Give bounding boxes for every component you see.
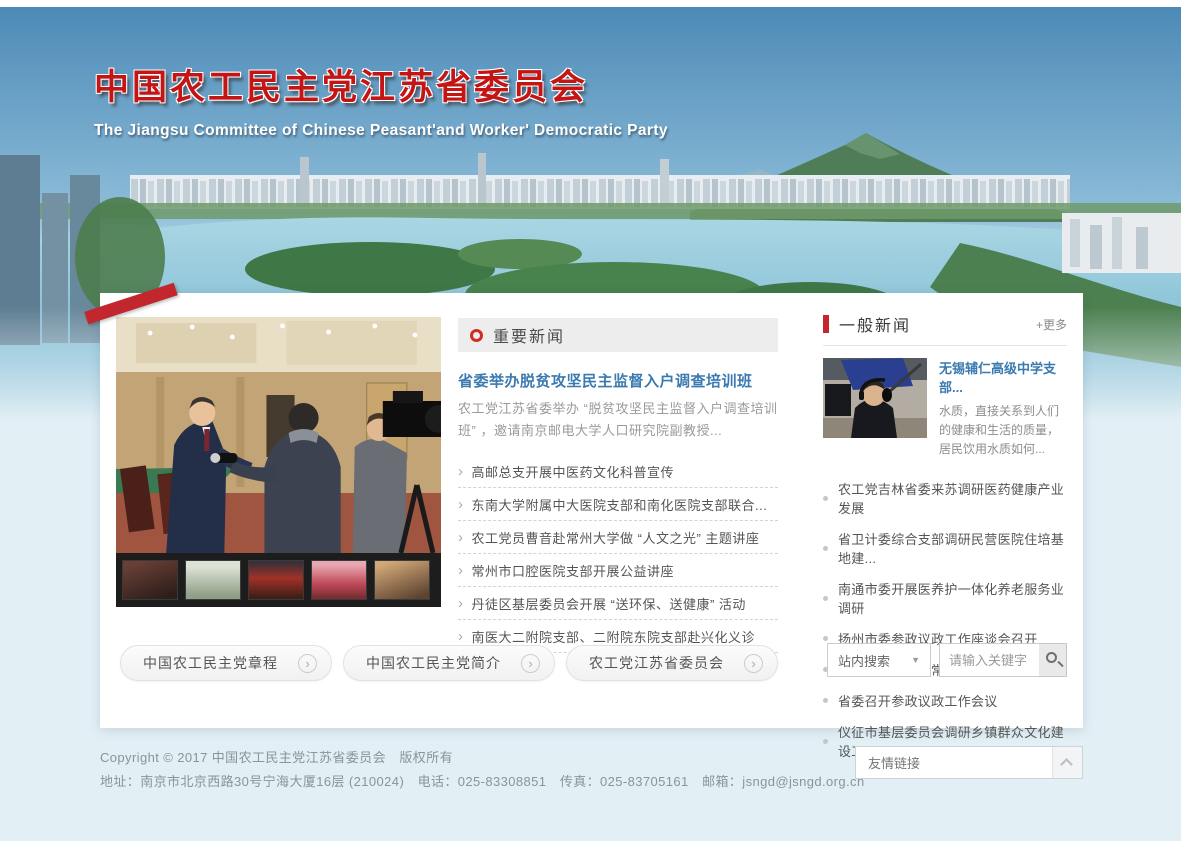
featured-news-summary: 水质，直接关系到人们的健康和生活的质量，居民饮用水质如何... [939,402,1067,459]
site-subtitle: The Jiangsu Committee of Chinese Peasant… [94,122,668,140]
search-input[interactable] [939,643,1040,677]
general-news-header: 一般新闻 +更多 [823,311,1067,337]
important-news-summary: 农工党江苏省委举办 “脱贫攻坚民主监督入户调查培训班” ，邀请南京邮电大学人口研… [458,398,778,442]
important-news-header: 重要新闻 [458,318,778,352]
bullet-dot-icon [823,496,828,501]
side-item-label: 农工党吉林省委来苏调研医药健康产业发展 [838,479,1067,517]
quick-link-intro-button[interactable]: 中国农工民主党简介 › [343,645,555,681]
featured-news-text: 无锡辅仁高级中学支部... 水质，直接关系到人们的健康和生活的质量，居民饮用水质… [939,358,1067,459]
featured-photo-interview[interactable] [116,317,441,553]
news-item-label: 常州市口腔医院支部开展公益讲座 [472,561,675,580]
general-news-title: 一般新闻 [839,312,911,336]
chevron-right-icon: › [458,629,464,644]
news-item-label: 高邮总支开展中医药文化科普宣传 [472,462,675,481]
more-link[interactable]: +更多 [1036,316,1067,333]
photo-thumbnail-2[interactable] [185,560,241,600]
search-category-label: 站内搜索 [838,651,890,670]
side-list-item[interactable]: 南通市委开展医养护一体化养老服务业调研 [823,573,1067,623]
chevron-down-icon: ▼ [911,655,920,665]
red-bar-icon [823,315,829,333]
search-category-select[interactable]: 站内搜索 ▼ [827,643,931,677]
photo-thumbnail-4[interactable] [311,560,367,600]
divider [823,345,1067,346]
main-content-card: 重要新闻 省委举办脱贫攻坚民主监督入户调查培训班 农工党江苏省委举办 “脱贫攻坚… [100,293,1083,728]
search-button[interactable] [1039,643,1067,677]
magnifier-icon [1046,652,1057,663]
general-news-list: 农工党吉林省委来苏调研医药健康产业发展 省卫计委综合支部调研民营医院住培基地建.… [823,473,1067,766]
featured-news-thumbnail[interactable] [823,358,927,438]
news-item-label: 农工党员曹音赴常州大学做 “人文之光” 主题讲座 [472,528,760,547]
bullet-dot-icon [823,546,828,551]
photo-thumbnail-1[interactable] [122,560,178,600]
news-list-item[interactable]: › 丹徒区基层委员会开展 “送环保、送健康” 活动 [458,587,778,620]
featured-news-title-link[interactable]: 无锡辅仁高级中学支部... [939,358,1067,396]
quick-link-committee-button[interactable]: 农工党江苏省委员会 › [566,645,778,681]
chevron-circle-icon: › [521,654,540,673]
bullet-dot-icon [823,636,828,641]
links-arrow-segment [1052,747,1082,778]
red-ring-icon [470,329,483,342]
button-label: 中国农工民主党章程 [143,653,278,673]
friendly-links-select[interactable]: 友情链接 [855,746,1083,779]
quick-link-charter-button[interactable]: 中国农工民主党章程 › [120,645,332,681]
important-news-headline-link[interactable]: 省委举办脱贫攻坚民主监督入户调查培训班 [458,370,778,391]
news-list-item[interactable]: › 常州市口腔医院支部开展公益讲座 [458,554,778,587]
button-label: 中国农工民主党简介 [366,653,501,673]
important-news-list: › 高邮总支开展中医药文化科普宣传 › 东南大学附属中大医院支部和南化医院支部联合.… [458,455,778,653]
footer-copyright: Copyright © 2017 中国农工民主党江苏省委员会 版权所有 [100,747,453,766]
button-label: 农工党江苏省委员会 [589,653,724,673]
bullet-dot-icon [823,596,828,601]
chevron-right-icon: › [458,530,464,545]
chevron-right-icon: › [458,596,464,611]
general-news-section: 一般新闻 +更多 [823,311,1067,766]
chevron-right-icon: › [458,497,464,512]
news-item-label: 南医大二附院支部、二附院东院支部赴兴化义诊 [472,627,756,646]
featured-general-news: 无锡辅仁高级中学支部... 水质，直接关系到人们的健康和生活的质量，居民饮用水质… [823,358,1067,459]
bullet-dot-icon [823,739,828,744]
news-list-item[interactable]: › 高邮总支开展中医药文化科普宣传 [458,455,778,488]
photo-carousel [116,317,441,607]
chevron-right-icon: › [458,563,464,578]
photo-thumbnail-3[interactable] [248,560,304,600]
photo-thumbnail-5[interactable] [374,560,430,600]
side-item-label: 南通市委开展医养护一体化养老服务业调研 [838,579,1067,617]
side-item-label: 省卫计委综合支部调研民营医院住培基地建... [838,529,1067,567]
interview-photo-illustration [116,317,441,553]
thumbnail-strip [116,553,441,607]
site-title: 中国农工民主党江苏省委员会 [94,59,668,110]
page: 中国农工民主党江苏省委员会 The Jiangsu Committee of C… [0,0,1181,841]
side-list-item[interactable]: 省委召开参政议政工作会议 [823,685,1067,716]
chevron-up-icon [1060,758,1073,771]
chevron-circle-icon: › [744,654,763,673]
news-list-item[interactable]: › 农工党员曹音赴常州大学做 “人文之光” 主题讲座 [458,521,778,554]
radio-studio-illustration [823,358,927,438]
news-item-label: 丹徒区基层委员会开展 “送环保、送健康” 活动 [472,594,746,613]
friendly-links-label: 友情链接 [856,753,920,772]
important-news-title: 重要新闻 [493,323,565,347]
news-list-item[interactable]: › 东南大学附属中大医院支部和南化医院支部联合... [458,488,778,521]
chevron-circle-icon: › [298,654,317,673]
bullet-dot-icon [823,698,828,703]
site-title-block: 中国农工民主党江苏省委员会 The Jiangsu Committee of C… [94,59,668,140]
important-news-section: 重要新闻 省委举办脱贫攻坚民主监督入户调查培训班 农工党江苏省委举办 “脱贫攻坚… [458,318,778,653]
side-list-item[interactable]: 省卫计委综合支部调研民营医院住培基地建... [823,523,1067,573]
chevron-right-icon: › [458,464,464,479]
footer-address: 地址：南京市北京西路30号宁海大厦16层 (210024) 电话：025-833… [100,771,865,790]
side-list-item[interactable]: 农工党吉林省委来苏调研医药健康产业发展 [823,473,1067,523]
side-item-label: 省委召开参政议政工作会议 [838,691,998,710]
news-item-label: 东南大学附属中大医院支部和南化医院支部联合... [472,495,768,514]
